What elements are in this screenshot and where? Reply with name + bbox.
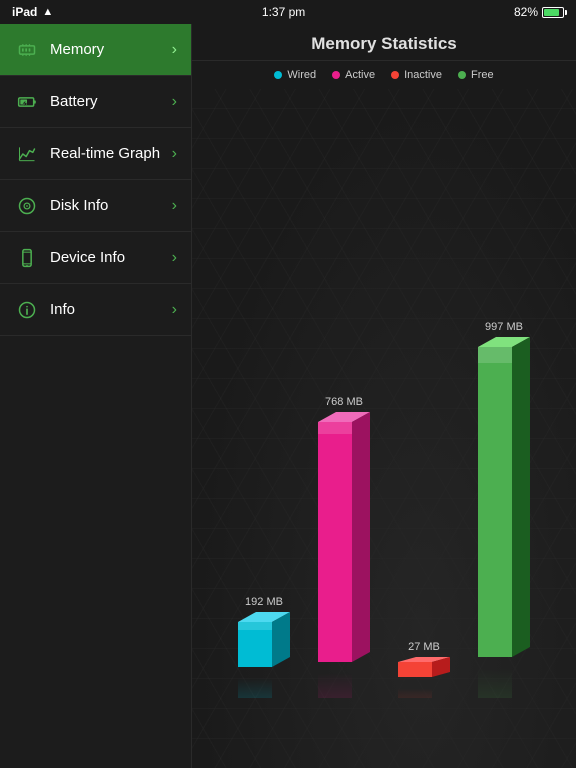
bar-active-3d — [318, 412, 370, 672]
bar-free-3d — [478, 337, 530, 667]
chevron-memory-icon: › — [172, 41, 177, 59]
sidebar-item-battery[interactable]: Battery › — [0, 76, 191, 128]
sidebar-item-disk[interactable]: Disk Info › — [0, 180, 191, 232]
info-icon — [14, 297, 40, 323]
wifi-icon: ▲ — [42, 6, 53, 18]
legend-free: Free — [458, 69, 494, 81]
bar-inactive-reflection — [398, 688, 450, 698]
status-right: 82% — [514, 5, 564, 19]
memory-icon — [14, 37, 40, 63]
legend-inactive: Inactive — [391, 69, 442, 81]
wired-dot — [274, 71, 282, 79]
active-dot — [332, 71, 340, 79]
device-icon — [14, 245, 40, 271]
status-left: iPad ▲ — [12, 5, 53, 19]
legend-free-label: Free — [471, 69, 494, 81]
chevron-battery-icon: › — [172, 93, 177, 111]
bar-inactive-label: 27 MB — [408, 641, 440, 653]
legend-inactive-label: Inactive — [404, 69, 442, 81]
chevron-disk-icon: › — [172, 197, 177, 215]
battery-percent: 82% — [514, 5, 538, 19]
bar-inactive: 27 MB — [398, 641, 450, 698]
sidebar-item-device[interactable]: Device Info › — [0, 232, 191, 284]
sidebar-item-realtime[interactable]: Real-time Graph › — [0, 128, 191, 180]
device-name: iPad — [12, 5, 37, 19]
bars-container: 192 MB — [238, 321, 530, 708]
legend-active: Active — [332, 69, 375, 81]
sidebar-item-info[interactable]: Info › — [0, 284, 191, 336]
sidebar-label-realtime: Real-time Graph — [50, 145, 172, 162]
main-content: Memory › Battery › — [0, 24, 576, 768]
free-dot — [458, 71, 466, 79]
sidebar-label-battery: Battery — [50, 93, 172, 110]
graph-icon — [14, 141, 40, 167]
bar-wired-reflection — [238, 678, 290, 698]
right-panel: Memory Statistics Wired Active Inactive … — [192, 24, 576, 768]
inactive-dot — [391, 71, 399, 79]
legend-active-label: Active — [345, 69, 375, 81]
bar-free-label: 997 MB — [485, 321, 523, 333]
sidebar-label-memory: Memory — [50, 41, 172, 58]
bar-wired-3d — [238, 612, 290, 677]
chart-legend: Wired Active Inactive Free — [192, 61, 576, 89]
legend-wired: Wired — [274, 69, 316, 81]
disk-icon — [14, 193, 40, 219]
chart-area: 192 MB — [192, 89, 576, 768]
battery-sidebar-icon — [14, 89, 40, 115]
chevron-realtime-icon: › — [172, 145, 177, 163]
bar-wired: 192 MB — [238, 596, 290, 698]
bar-active: 768 MB — [318, 396, 370, 698]
panel-title: Memory Statistics — [192, 24, 576, 61]
sidebar-item-memory[interactable]: Memory › — [0, 24, 191, 76]
bar-inactive-3d — [398, 657, 450, 687]
bar-active-reflection — [318, 673, 370, 698]
sidebar: Memory › Battery › — [0, 24, 192, 768]
bar-free-reflection — [478, 668, 530, 698]
bar-free: 997 MB — [478, 321, 530, 698]
bar-active-label: 768 MB — [325, 396, 363, 408]
chevron-device-icon: › — [172, 249, 177, 267]
chevron-info-icon: › — [172, 301, 177, 319]
sidebar-label-disk: Disk Info — [50, 197, 172, 214]
sidebar-label-info: Info — [50, 301, 172, 318]
status-time: 1:37 pm — [262, 5, 305, 19]
legend-wired-label: Wired — [287, 69, 316, 81]
bar-wired-label: 192 MB — [245, 596, 283, 608]
battery-icon — [542, 7, 564, 18]
status-bar: iPad ▲ 1:37 pm 82% — [0, 0, 576, 24]
sidebar-label-device: Device Info — [50, 249, 172, 266]
